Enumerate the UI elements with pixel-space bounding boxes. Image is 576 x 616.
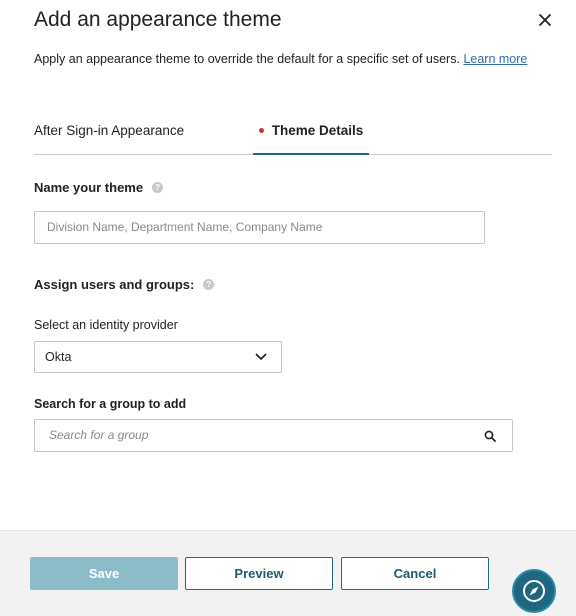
group-search-placeholder: Search for a group bbox=[49, 428, 149, 442]
identity-provider-value: Okta bbox=[45, 350, 72, 364]
learn-more-link[interactable]: Learn more bbox=[463, 52, 527, 66]
tab-theme-details[interactable]: Theme Details bbox=[253, 117, 369, 155]
search-icon[interactable] bbox=[484, 430, 496, 442]
assign-label-row: Assign users and groups: ? bbox=[34, 277, 215, 292]
chevron-down-icon bbox=[255, 353, 267, 360]
theme-name-input[interactable]: Division Name, Department Name, Company … bbox=[34, 211, 485, 244]
group-search-label-row: Search for a group to add bbox=[34, 397, 186, 411]
dialog-title: Add an appearance theme bbox=[34, 8, 282, 31]
tab-after-sign-in-appearance[interactable]: After Sign-in Appearance bbox=[34, 117, 184, 155]
help-icon[interactable]: ? bbox=[203, 279, 215, 290]
assign-users-groups-label: Assign users and groups: bbox=[34, 277, 195, 292]
tab-bar: After Sign-in Appearance Theme Details bbox=[34, 117, 552, 155]
guide-fab-button[interactable] bbox=[512, 569, 556, 613]
identity-provider-select[interactable]: Okta bbox=[34, 341, 282, 373]
tab-theme-details-label: Theme Details bbox=[271, 123, 364, 138]
dialog-footer: Save Preview Cancel bbox=[0, 530, 576, 616]
status-dot-icon bbox=[258, 127, 264, 133]
group-search-input[interactable]: Search for a group bbox=[34, 419, 513, 452]
save-button[interactable]: Save bbox=[30, 557, 178, 590]
dialog-description: Apply an appearance theme to override th… bbox=[34, 50, 549, 68]
help-icon[interactable]: ? bbox=[152, 182, 164, 193]
theme-name-label-row: Name your theme ? bbox=[34, 180, 164, 195]
group-search-label: Search for a group to add bbox=[34, 397, 187, 411]
cancel-button[interactable]: Cancel bbox=[341, 557, 489, 590]
theme-name-label: Name your theme bbox=[34, 180, 144, 195]
compass-icon bbox=[523, 580, 545, 602]
close-icon bbox=[539, 14, 551, 26]
identity-provider-label: Select an identity provider bbox=[34, 318, 178, 332]
description-text: Apply an appearance theme to override th… bbox=[34, 52, 460, 66]
preview-button[interactable]: Preview bbox=[185, 557, 333, 590]
close-button[interactable] bbox=[534, 9, 556, 31]
